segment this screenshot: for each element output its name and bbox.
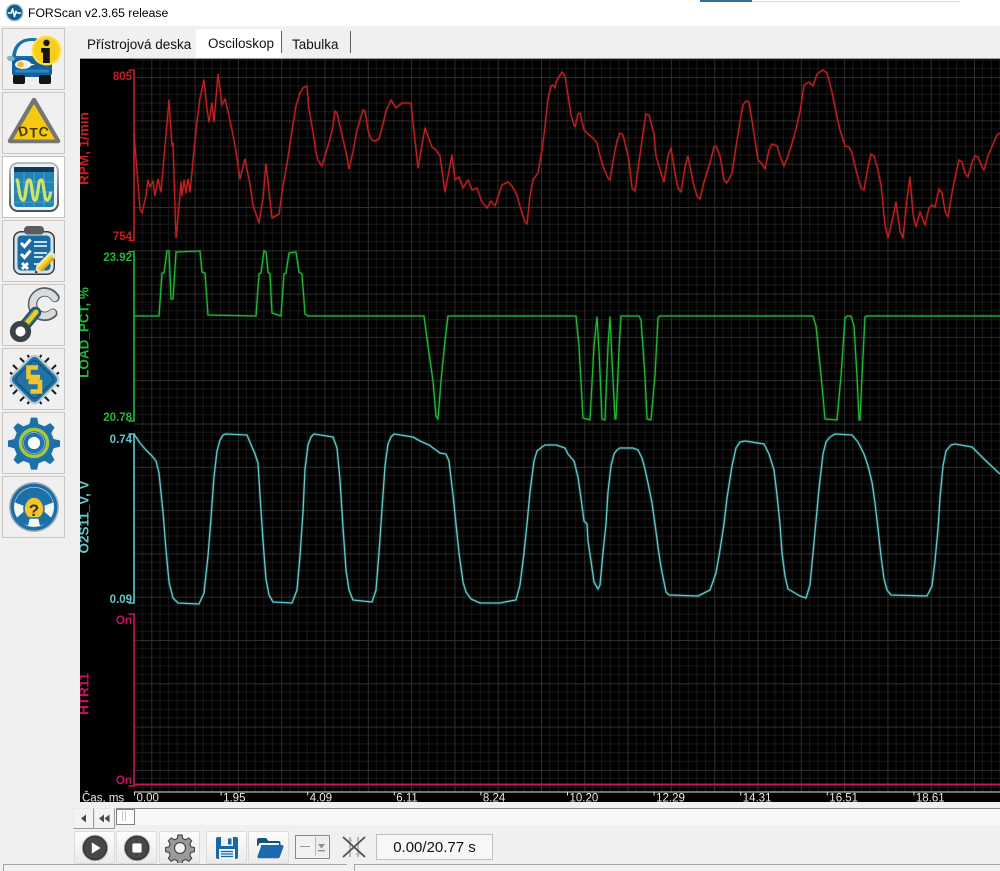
svg-text:754: 754 — [113, 231, 133, 243]
svg-text:6.11: 6.11 — [396, 793, 418, 803]
svg-text:23.92: 23.92 — [103, 252, 132, 264]
svg-text:HTR11: HTR11 — [80, 673, 92, 716]
svg-text:8.24: 8.24 — [483, 793, 506, 803]
svg-text:0.74: 0.74 — [110, 434, 133, 446]
svg-text:10.20: 10.20 — [570, 793, 599, 803]
svg-text:O2S11_V, V: O2S11_V, V — [80, 480, 92, 553]
svg-text:20.78: 20.78 — [103, 412, 132, 424]
svg-text:RPM, 1/min: RPM, 1/min — [80, 112, 92, 185]
svg-text:Čas, ms: Čas, ms — [82, 792, 124, 803]
svg-text:12.29: 12.29 — [656, 793, 685, 803]
svg-text:1.95: 1.95 — [223, 793, 245, 803]
svg-text:On: On — [116, 775, 132, 787]
svg-text:0.00: 0.00 — [137, 793, 159, 803]
svg-text:805: 805 — [113, 71, 133, 83]
svg-text:4.09: 4.09 — [310, 793, 332, 803]
svg-text:On: On — [116, 615, 132, 627]
svg-text:16.51: 16.51 — [829, 793, 858, 803]
svg-text:?: ? — [28, 501, 38, 520]
svg-text:18.61: 18.61 — [916, 793, 945, 803]
svg-text:LOAD_PCT, %: LOAD_PCT, % — [80, 287, 92, 378]
svg-text:14.31: 14.31 — [743, 793, 772, 803]
svg-text:0.09: 0.09 — [110, 594, 132, 606]
